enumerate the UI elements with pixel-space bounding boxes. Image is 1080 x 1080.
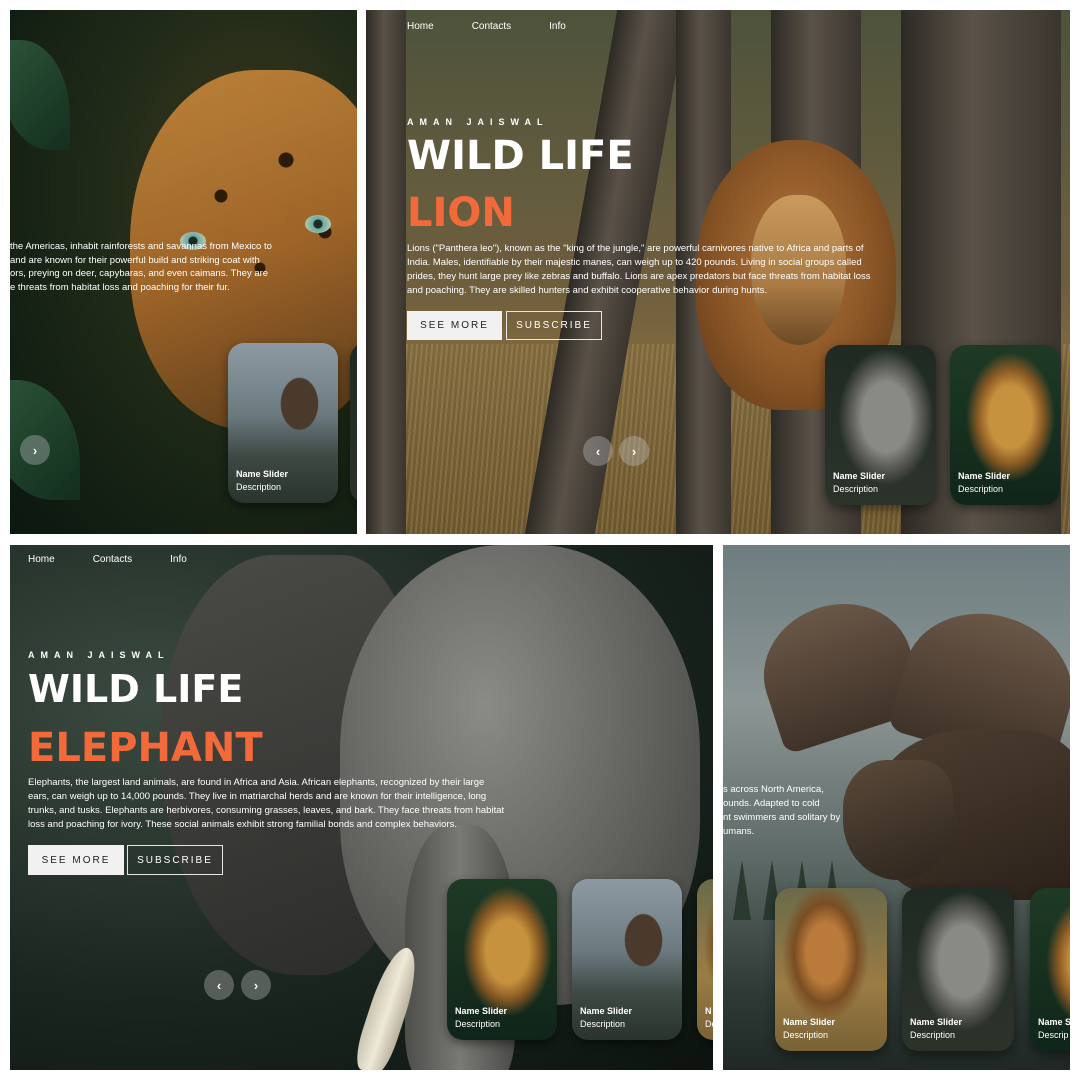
- thumbnail-card[interactable]: N De: [697, 879, 713, 1040]
- thumbnail-name: Name Slider: [833, 471, 886, 481]
- animal-description: s across North America, ounds. Adapted t…: [723, 783, 863, 839]
- nav-home[interactable]: Home: [407, 21, 434, 32]
- description-line: s across North America,: [723, 784, 824, 795]
- thumbnail-card[interactable]: Name Slider Description: [447, 879, 557, 1040]
- animal-topic: LION: [407, 190, 515, 236]
- description-line: trunks, and tusks. Elephants are herbivo…: [28, 805, 505, 816]
- thumbnail-description: Description: [910, 1030, 956, 1040]
- slide-elephant: Home Contacts Info AMAN JAISWAL WILD LIF…: [10, 545, 713, 1070]
- hero-title: WILD LIFE: [28, 667, 244, 711]
- elephant-thumbnail-image: [350, 343, 357, 503]
- description-line: and are known for their powerful build a…: [10, 254, 260, 266]
- description-line: Elephants, the largest land animals, are…: [28, 777, 485, 788]
- thumbnail-name: N: [705, 1006, 712, 1016]
- description-line: loss and poaching for ivory. These socia…: [28, 819, 457, 830]
- thumbnail-description: Descrip: [1038, 1030, 1069, 1040]
- slide-jaguar: the Americas, inhabit rainforests and sa…: [10, 10, 357, 534]
- description-line: the Americas, inhabit rainforests and sa…: [10, 241, 272, 252]
- chevron-right-icon: ›: [32, 442, 38, 458]
- animal-description: Elephants, the largest land animals, are…: [28, 776, 504, 832]
- thumbnail-name: Name Slider: [958, 471, 1011, 481]
- nav-home[interactable]: Home: [28, 554, 55, 565]
- foliage-leaf: [10, 40, 70, 150]
- thumbnail-name: Name Slider: [910, 1017, 963, 1027]
- thumbnail-description: Description: [958, 484, 1004, 494]
- nav-info[interactable]: Info: [549, 21, 566, 32]
- thumbnail-description: Description: [783, 1030, 829, 1040]
- thumbnail-description: De: [705, 1019, 713, 1029]
- animal-description: the Americas, inhabit rainforests and sa…: [10, 240, 300, 294]
- prev-slide-button[interactable]: ‹: [583, 436, 613, 466]
- description-line: nt swimmers and solitary by: [723, 812, 841, 823]
- thumbnail-card[interactable]: Name Slider Description: [825, 345, 936, 505]
- next-slide-button[interactable]: ›: [619, 436, 649, 466]
- description-line: ears, can weigh up to 14,000 pounds. The…: [28, 791, 487, 802]
- nav-contacts[interactable]: Contacts: [472, 21, 511, 32]
- animal-topic: ELEPHANT: [28, 725, 263, 771]
- next-slide-button[interactable]: ›: [20, 435, 50, 465]
- chevron-right-icon: ›: [631, 443, 637, 459]
- thumbnail-card[interactable]: Name Slider Description: [775, 888, 887, 1051]
- thumbnail-card[interactable]: Name Slider Description: [902, 888, 1014, 1051]
- nav-contacts[interactable]: Contacts: [93, 554, 132, 565]
- thumbnail-name: Name S: [1038, 1017, 1070, 1027]
- chevron-left-icon: ‹: [595, 443, 601, 459]
- chevron-right-icon: ›: [253, 977, 259, 993]
- thumbnail-description: Description: [580, 1019, 626, 1029]
- prev-slide-button[interactable]: ‹: [204, 970, 234, 1000]
- thumbnail-card[interactable]: Name Slider Description: [572, 879, 682, 1040]
- subscribe-button[interactable]: SUBSCRIBE: [506, 311, 602, 340]
- author-name: AMAN JAISWAL: [407, 117, 549, 127]
- description-line: umans.: [723, 826, 755, 837]
- tree-trunk: [366, 10, 406, 534]
- author-name: AMAN JAISWAL: [28, 650, 170, 660]
- thumbnail-card[interactable]: Name Slider Description: [228, 343, 338, 503]
- thumbnail-name: Name Slider: [783, 1017, 836, 1027]
- top-nav: Home Contacts Info: [28, 554, 187, 565]
- pine-tree: [733, 860, 751, 920]
- description-line: prides, they hunt large prey like zebras…: [407, 271, 871, 282]
- slide-lion: Home Contacts Info AMAN JAISWAL WILD LIF…: [366, 10, 1070, 534]
- thumbnail-card[interactable]: Name S Descrip: [1030, 888, 1070, 1051]
- jaguar-eye: [305, 215, 331, 233]
- top-nav: Home Contacts Info: [407, 21, 566, 32]
- thumbnail-name: Name Slider: [236, 469, 289, 479]
- description-line: ounds. Adapted to cold: [723, 798, 820, 809]
- description-line: Lions ("Panthera leo"), known as the "ki…: [407, 243, 864, 254]
- description-line: and poaching. They are skilled hunters a…: [407, 285, 768, 296]
- thumbnail-name: Name Slider: [455, 1006, 508, 1016]
- nav-info[interactable]: Info: [170, 554, 187, 565]
- thumbnail-description: Description: [455, 1019, 501, 1029]
- see-more-button[interactable]: SEE MORE: [407, 311, 502, 340]
- description-line: India. Males, identifiable by their maje…: [407, 257, 862, 268]
- slide-moose: s across North America, ounds. Adapted t…: [723, 545, 1070, 1070]
- animal-description: Lions ("Panthera leo"), known as the "ki…: [407, 242, 870, 298]
- hero-title: WILD LIFE: [407, 133, 634, 179]
- thumbnail-description: Description: [236, 482, 282, 492]
- chevron-left-icon: ‹: [216, 977, 222, 993]
- subscribe-button[interactable]: SUBSCRIBE: [127, 845, 223, 875]
- next-slide-button[interactable]: ›: [241, 970, 271, 1000]
- thumbnail-card[interactable]: [350, 343, 357, 503]
- thumbnail-description: Description: [833, 484, 879, 494]
- see-more-button[interactable]: SEE MORE: [28, 845, 124, 875]
- thumbnail-card[interactable]: Name Slider Description: [950, 345, 1060, 505]
- description-line: e threats from habitat loss and poaching…: [10, 281, 230, 293]
- thumbnail-name: Name Slider: [580, 1006, 633, 1016]
- description-line: ors, preying on deer, capybaras, and eve…: [10, 268, 269, 279]
